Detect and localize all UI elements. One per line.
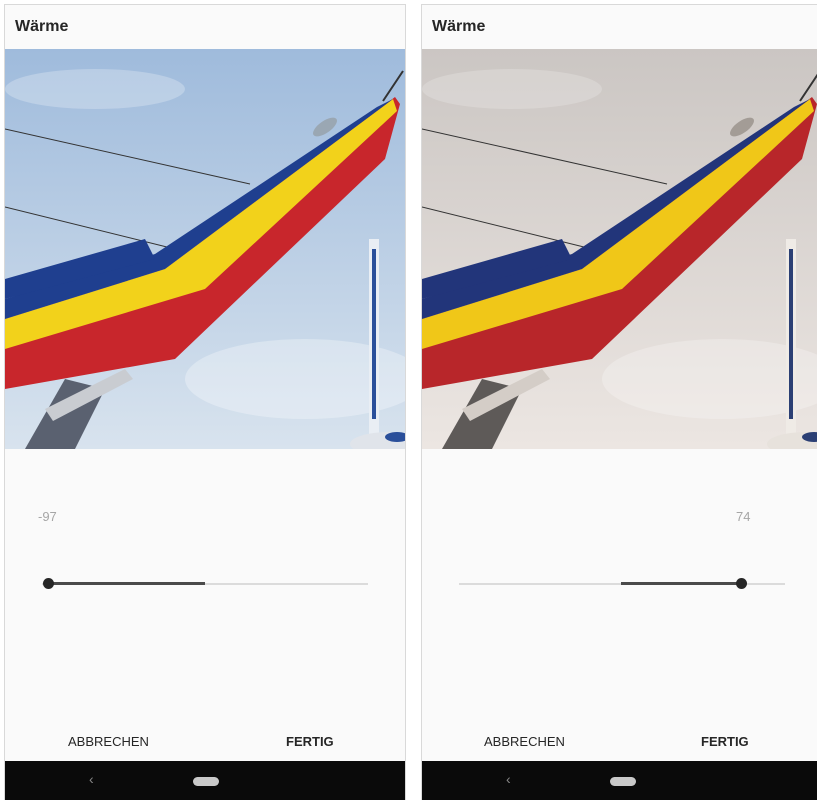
photo-preview — [5, 49, 405, 449]
slider-fill — [621, 582, 741, 585]
phone-screen-warm: Wärme 74 ABBRECHEN FERTIG ‹ — [422, 5, 817, 800]
jet-photo-illustration — [5, 49, 405, 449]
system-nav-bar: ‹ — [422, 761, 817, 800]
top-bar: Wärme — [5, 5, 405, 49]
page-title: Wärme — [432, 18, 486, 35]
jet-photo-illustration — [422, 49, 817, 449]
home-pill-icon[interactable] — [610, 777, 636, 786]
photo-preview — [422, 49, 817, 449]
system-nav-bar: ‹ — [5, 761, 405, 800]
top-bar: Wärme — [422, 5, 817, 49]
slider-value: -97 — [38, 509, 57, 524]
slider-value: 74 — [736, 509, 751, 524]
phone-screen-cool: Wärme -97 ABBRECHEN FERTIG ‹ — [5, 5, 405, 800]
done-button[interactable]: FERTIG — [701, 734, 749, 749]
chevron-left-icon[interactable]: ‹ — [506, 771, 511, 787]
cancel-button[interactable]: ABBRECHEN — [484, 734, 565, 749]
chevron-left-icon[interactable]: ‹ — [89, 771, 94, 787]
cancel-button[interactable]: ABBRECHEN — [68, 734, 149, 749]
home-pill-icon[interactable] — [193, 777, 219, 786]
done-button[interactable]: FERTIG — [286, 734, 334, 749]
page-title: Wärme — [15, 18, 69, 35]
slider-fill — [48, 582, 205, 585]
slider-handle[interactable] — [736, 578, 747, 589]
slider-handle[interactable] — [43, 578, 54, 589]
